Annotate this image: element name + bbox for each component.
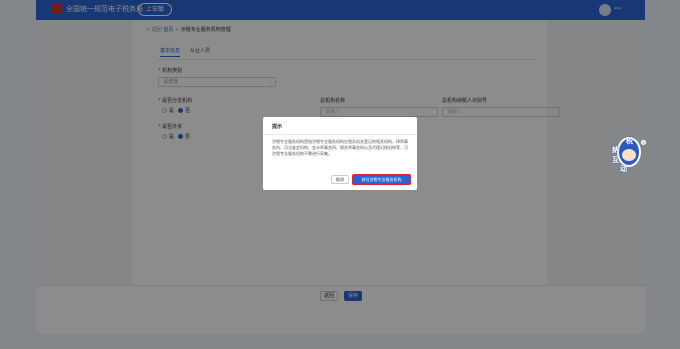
mascot-char-1: 税 [626,137,633,145]
mascot-face [622,149,636,161]
mascot-char-0: 纳 [612,146,619,154]
dialog-title: 提示 [272,124,283,130]
dialog-divider [263,134,417,135]
dialog-message: 涉税专业服务机构是指涉税专业服务机构在税务机关登记的相关机构，律师事务所、司法鉴… [272,139,408,156]
mascot-char-3: 动 [620,165,627,173]
confirm-dialog: 提示 涉税专业服务机构是指涉税专业服务机构在税务机关登记的相关机构，律师事务所、… [263,117,417,190]
dialog-confirm-button[interactable]: 前往涉税专业服务机构 [352,174,411,185]
mascot-char-2: 互 [612,156,619,164]
dialog-cancel-button[interactable]: 取消 [331,175,349,184]
tax-assistant-widget[interactable]: 税 纳 互 动 [612,137,642,175]
close-icon[interactable]: × [641,140,646,145]
